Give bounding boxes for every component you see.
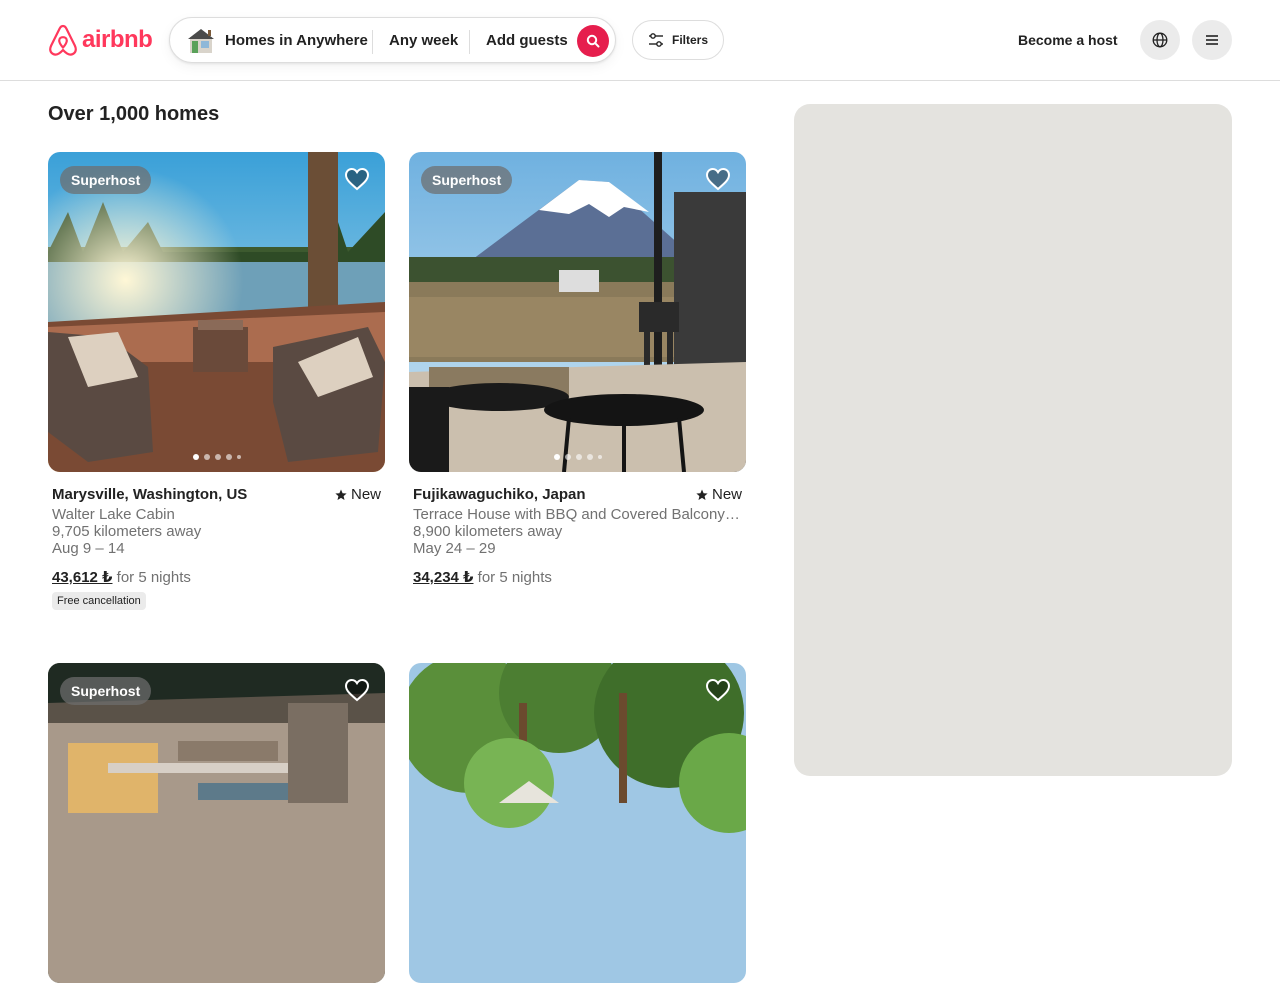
free-cancellation-tag: Free cancellation	[52, 592, 146, 610]
listing-location: Marysville, Washington, US	[52, 486, 248, 503]
listing-dates: May 24 – 29	[413, 540, 496, 557]
carousel-dot[interactable]	[236, 455, 241, 459]
language-button[interactable]	[1140, 20, 1180, 60]
carousel-dot[interactable]	[203, 454, 210, 460]
listing-location: Fujikawaguchiko, Japan	[413, 486, 586, 503]
airbnb-logo-icon	[49, 24, 77, 56]
heart-icon[interactable]	[705, 677, 731, 703]
become-host-link[interactable]: Become a host	[1006, 20, 1130, 60]
results-count-heading: Over 1,000 homes	[48, 103, 220, 125]
listing-card[interactable]: Superhost Fujikawaguchiko, Japan New Ter…	[409, 152, 746, 586]
listing-rating: New	[696, 486, 742, 503]
listing-photo-image	[48, 663, 385, 983]
heart-icon[interactable]	[344, 677, 370, 703]
heart-icon[interactable]	[344, 166, 370, 192]
listing-photo[interactable]: Superhost	[48, 152, 385, 472]
listing-card[interactable]: Superhost	[48, 663, 385, 983]
carousel-dot[interactable]	[214, 454, 221, 460]
listing-rating: New	[335, 486, 381, 503]
search-button[interactable]	[577, 25, 609, 57]
airbnb-logo[interactable]: airbnb	[48, 24, 153, 56]
listing-photo[interactable]	[409, 663, 746, 983]
search-divider	[372, 30, 373, 54]
price-amount[interactable]: 34,234 ₺	[413, 569, 473, 586]
carousel-dot[interactable]	[597, 455, 602, 459]
search-guests-segment[interactable]: Add guests	[486, 32, 568, 49]
listing-photo-image	[48, 152, 385, 472]
globe-icon	[1152, 32, 1168, 48]
filters-label: Filters	[672, 33, 709, 47]
carousel-dot[interactable]	[586, 454, 593, 460]
listing-distance: 8,900 kilometers away	[413, 523, 563, 540]
superhost-badge: Superhost	[421, 166, 513, 194]
menu-button[interactable]	[1192, 20, 1232, 60]
superhost-badge: Superhost	[60, 166, 152, 194]
carousel-dot[interactable]	[575, 454, 582, 460]
listing-dates: Aug 9 – 14	[52, 540, 125, 557]
photo-carousel-dots	[553, 454, 602, 460]
map-panel[interactable]	[794, 104, 1232, 776]
star-icon	[335, 489, 347, 500]
price-amount[interactable]: 43,612 ₺	[52, 569, 112, 586]
carousel-dot[interactable]	[564, 454, 571, 460]
house-icon	[188, 29, 214, 53]
brand-name: airbnb	[82, 26, 153, 53]
heart-icon[interactable]	[705, 166, 731, 192]
star-icon	[696, 489, 708, 500]
rating-label: New	[711, 486, 742, 503]
superhost-badge: Superhost	[60, 677, 152, 705]
listing-card[interactable]: Superhost Marysville, Washington, US New…	[48, 152, 385, 610]
search-bar[interactable]: Homes in Anywhere Any week Add guests	[169, 17, 616, 63]
listing-info: Fujikawaguchiko, Japan New Terrace House…	[409, 486, 746, 586]
price-suffix: for 5 nights	[116, 569, 191, 586]
price-suffix: for 5 nights	[477, 569, 552, 586]
search-dates-segment[interactable]: Any week	[389, 32, 458, 49]
listing-price[interactable]: 34,234 ₺ for 5 nights	[413, 568, 742, 586]
listing-photo-image	[409, 152, 746, 472]
search-icon	[586, 34, 600, 48]
listing-info: Marysville, Washington, US New Walter La…	[48, 486, 385, 610]
listing-price[interactable]: 43,612 ₺ for 5 nights	[52, 568, 381, 586]
listing-photo[interactable]: Superhost	[409, 152, 746, 472]
listing-photo-image	[409, 663, 746, 983]
filters-button[interactable]: Filters	[632, 20, 724, 60]
listing-photo[interactable]: Superhost	[48, 663, 385, 983]
carousel-dot[interactable]	[553, 454, 560, 460]
photo-carousel-dots	[192, 454, 241, 460]
top-header: airbnb Homes in Anywhere Any week Add gu…	[0, 0, 1280, 81]
filters-icon	[649, 33, 663, 47]
search-location-segment[interactable]: Homes in Anywhere	[225, 32, 368, 49]
listing-card[interactable]	[409, 663, 746, 983]
search-divider	[469, 30, 470, 54]
rating-label: New	[350, 486, 381, 503]
hamburger-menu-icon	[1206, 35, 1218, 45]
carousel-dot[interactable]	[192, 454, 199, 460]
carousel-dot[interactable]	[225, 454, 232, 460]
listing-distance: 9,705 kilometers away	[52, 523, 202, 540]
listing-name: Terrace House with BBQ and Covered Balco…	[413, 506, 742, 523]
listing-name: Walter Lake Cabin	[52, 506, 175, 523]
